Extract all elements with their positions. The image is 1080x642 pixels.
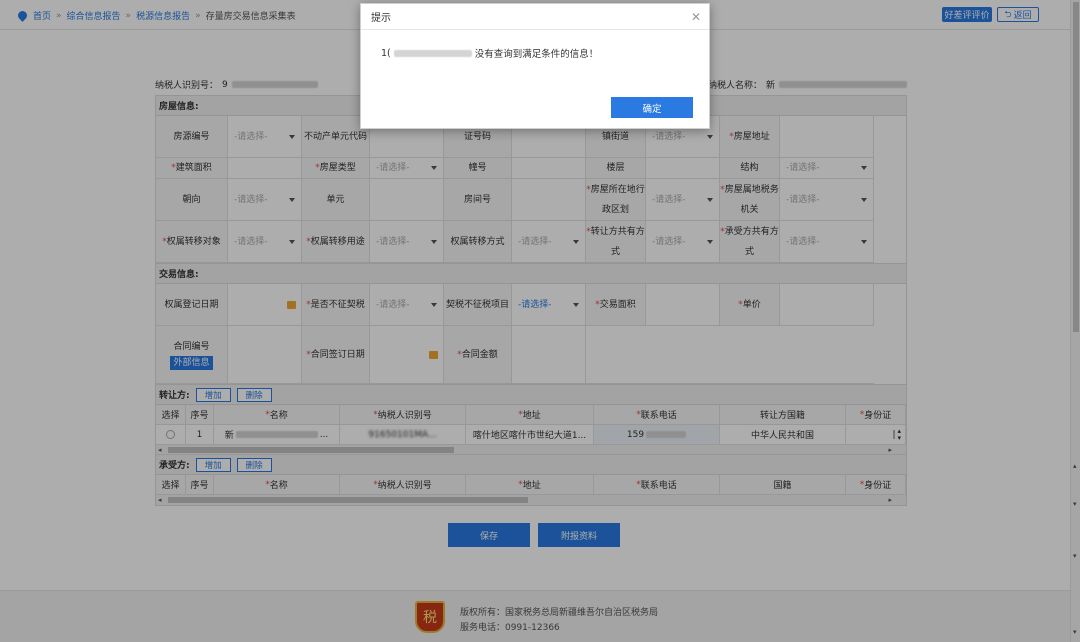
dialog-title: 提示 <box>371 13 391 24</box>
message-text: 没有查询到满足条件的信息！ <box>474 49 599 60</box>
dialog-header: 提示 ✕ <box>361 4 709 30</box>
dialog-message: 1( 没有查询到满足条件的信息！ <box>381 46 599 61</box>
close-icon[interactable]: ✕ <box>691 10 701 24</box>
message-prefix: 1( <box>381 47 391 59</box>
alert-dialog: 提示 ✕ 1( 没有查询到满足条件的信息！ 确定 <box>360 3 710 129</box>
redacted-value <box>393 49 472 57</box>
ok-button[interactable]: 确定 <box>611 97 693 118</box>
